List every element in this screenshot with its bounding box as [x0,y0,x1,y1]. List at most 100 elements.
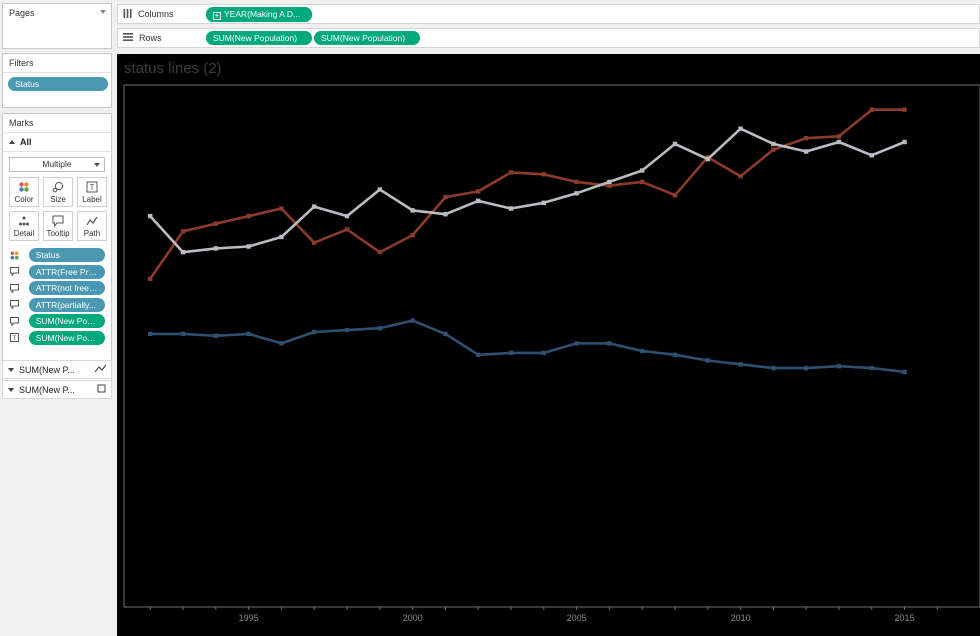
marks-title: Marks [9,118,34,128]
detail-icon [10,215,38,227]
columns-label: Columns [138,9,174,19]
rows-label: Rows [139,33,162,43]
series-point-0 [180,229,186,234]
marks-field-pill: Status [28,248,105,263]
series-point-0 [541,172,547,177]
filters-panel: Filters Status [2,53,112,108]
label-button[interactable]: T Label [77,177,107,207]
marks-field-attr-partially[interactable]: ATTR(partially... [3,297,111,314]
marks-field-attr-free[interactable]: ATTR(Free Pre... [3,264,111,281]
path-button[interactable]: Path [77,211,107,241]
series-point-1 [377,187,383,192]
series-point-1 [476,198,481,204]
series-point-1 [410,208,415,213]
visualization-canvas[interactable]: status lines (2) 1995 2000 2005 2010 2015 [117,54,980,636]
marks-card-sum-new-pop-square[interactable]: SUM(New P... [2,380,112,399]
chevron-down-icon [8,387,14,392]
series-point-1 [902,139,907,145]
marks-all-label: All [20,137,32,147]
marks-card-sum-new-pop-line[interactable]: SUM(New P... [2,360,112,379]
line-mark-icon [94,364,107,375]
series-point-2 [771,365,776,371]
columns-shelf[interactable]: Columns + YEAR(Making A D... [117,4,980,24]
series-point-0 [836,134,842,139]
path-icon [78,215,106,227]
series-point-1 [279,234,284,240]
series-point-2 [279,341,284,346]
marks-field-sum-pop-tooltip[interactable]: SUM(New Pop... [3,313,111,330]
marks-field-sum-pop-label[interactable]: T SUM(New Pop... [3,330,111,347]
x-tick-label: 2015 [895,613,915,623]
series-point-1 [180,250,186,255]
series-point-0 [672,193,678,198]
line-chart[interactable]: 1995 2000 2005 2010 2015 [117,54,980,636]
filter-pill-status[interactable]: Status [8,77,108,91]
series-point-1 [836,139,842,145]
size-icon [44,181,72,193]
marks-all-card[interactable]: All [3,133,111,151]
series-point-0 [803,136,809,141]
series-point-0 [738,174,743,179]
marks-field-attr-not-free[interactable]: ATTR(not free ... [3,280,111,297]
series-point-0 [377,250,383,255]
marks-field-status[interactable]: Status [3,247,111,264]
series-point-1 [508,206,514,211]
series-point-2 [607,341,612,346]
series-point-0 [443,194,448,200]
series-point-2 [476,352,481,357]
size-button-label: Size [50,195,66,204]
marks-card-label: SUM(New P... [19,364,75,375]
color-button[interactable]: Color [9,177,39,207]
series-point-1 [607,179,612,185]
tooltip-button[interactable]: Tooltip [43,211,73,241]
rows-shelf[interactable]: Rows SUM(New Population) SUM(New Populat… [117,28,980,48]
filters-title: Filters [9,58,34,68]
series-point-2 [344,327,350,333]
series-point-2 [508,350,514,356]
mark-type-select[interactable]: Multiple [9,157,105,172]
series-point-0 [213,221,219,226]
series-point-2 [410,318,415,323]
series-point-2 [902,369,907,375]
marks-field-pill: ATTR(not free ... [28,281,105,296]
series-point-2 [639,348,645,354]
series-point-1 [574,191,579,196]
series-point-1 [738,126,743,131]
svg-text:T: T [13,335,17,342]
color-button-label: Color [14,195,34,204]
pages-panel[interactable]: Pages [2,3,112,49]
mark-type-value: Multiple [42,159,72,169]
columns-pill-year[interactable]: + YEAR(Making A D... [206,6,312,22]
series-point-2 [541,350,547,356]
series-line-0 [149,108,905,280]
series-point-2 [574,341,579,346]
series-point-1 [771,141,776,147]
series-point-0 [246,213,251,219]
svg-text:T: T [90,183,95,192]
series-point-1 [541,200,547,205]
marks-field-pill: SUM(New Pop... [28,330,105,345]
detail-button[interactable]: Detail [9,211,39,241]
rows-pill-sum-new-population[interactable]: SUM(New Population) [206,31,312,45]
series-point-2 [443,331,448,337]
series-layer [148,107,907,375]
rows-pill-sum-new-population[interactable]: SUM(New Population) [314,31,420,45]
series-point-0 [148,276,153,281]
label-icon: T [78,181,106,193]
columns-icon [123,8,132,20]
marks-panel: Marks All Multiple Color Size T Label De… [2,113,112,398]
rows-icon [123,33,133,43]
chevron-down-icon[interactable] [100,10,106,14]
series-point-0 [312,240,317,245]
series-point-1 [312,204,317,209]
detail-button-label: Detail [13,229,35,238]
series-point-2 [148,331,153,337]
series-point-1 [344,213,350,219]
x-tick-label: 2005 [567,613,587,623]
series-point-1 [443,212,448,217]
size-button[interactable]: Size [43,177,73,207]
series-point-2 [377,326,383,331]
series-point-1 [148,213,153,219]
x-tick-label: 1995 [239,613,259,623]
series-point-2 [803,365,809,371]
